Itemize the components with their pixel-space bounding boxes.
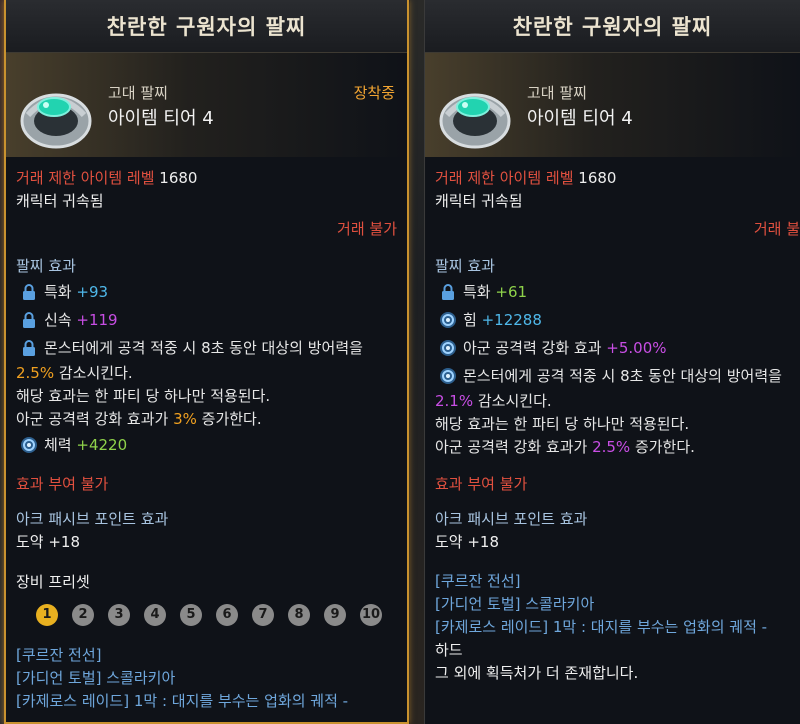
- swirl-icon: [440, 368, 456, 384]
- lock-icon: [23, 284, 35, 300]
- stat-value: +4220: [76, 436, 128, 454]
- item-header: 고대 팔찌 아이템 티어 4: [425, 53, 800, 157]
- ark-passive-header: 아크 패시브 포인트 효과: [16, 510, 169, 528]
- special-line4: 아군 공격력 강화 효과가 2.5% 증가한다.: [435, 436, 790, 459]
- no-trade-text: 거래 불: [753, 220, 800, 238]
- stat-row-strength: 힘 +12288: [435, 306, 790, 334]
- trade-level-value: 1680: [159, 169, 198, 187]
- special-line3: 해당 효과는 한 파티 당 하나만 적용된다.: [435, 415, 690, 433]
- preset-button-5[interactable]: 5: [180, 604, 202, 626]
- special-percent: 2.5%: [16, 364, 55, 382]
- special-line4-percent: 3%: [173, 410, 197, 428]
- no-trade-text: 거래 불가: [337, 220, 397, 238]
- swirl-icon: [21, 437, 37, 453]
- preset-button-8[interactable]: 8: [288, 604, 310, 626]
- trade-level-line: 거래 제한 아이템 레벨 1680: [435, 167, 790, 190]
- special-line4-percent: 2.5%: [592, 438, 631, 456]
- trade-level-label: 거래 제한 아이템 레벨: [435, 169, 574, 187]
- preset-button-2[interactable]: 2: [72, 604, 94, 626]
- swirl-icon: [440, 340, 456, 356]
- bound-text: 캐릭터 귀속됨: [435, 192, 523, 210]
- preset-selector: 1 2 3 4 5 6 7 8 9 10: [36, 604, 397, 626]
- stat-name: 체력: [44, 436, 72, 454]
- tooltip-body: 거래 제한 아이템 레벨 1680 캐릭터 귀속됨 거래 불가 팔찌 효과 특화…: [6, 167, 407, 713]
- swirl-icon: [440, 312, 456, 328]
- source-line: [가디언 토벌] 스콜라키아: [435, 595, 595, 613]
- stat-name: 아군 공격력 강화 효과: [463, 339, 602, 357]
- preset-button-1[interactable]: 1: [36, 604, 58, 626]
- preset-button-9[interactable]: 9: [324, 604, 346, 626]
- special-line4-post: 증가한다.: [630, 438, 695, 456]
- preset-button-3[interactable]: 3: [108, 604, 130, 626]
- lock-icon: [23, 340, 35, 356]
- source-line: [쿠르잔 전선]: [435, 572, 521, 590]
- special-line4-pre: 아군 공격력 강화 효과가: [16, 410, 174, 428]
- special-line3: 해당 효과는 한 파티 당 하나만 적용된다.: [16, 387, 271, 405]
- stat-value: +12288: [481, 311, 542, 329]
- item-tier: 아이템 티어 4: [527, 108, 633, 129]
- bound-text: 캐릭터 귀속됨: [16, 192, 104, 210]
- stat-value: +5.00%: [606, 339, 667, 357]
- ark-passive-value: 도약 +18: [435, 533, 500, 551]
- trade-level-line: 거래 제한 아이템 레벨 1680: [16, 167, 397, 190]
- item-title: 찬란한 구원자의 팔찌: [6, 0, 407, 53]
- item-type: 고대 팔찌: [527, 84, 587, 102]
- stat-row-swiftness: 신속 +119: [16, 306, 397, 334]
- item-tier: 아이템 티어 4: [108, 108, 214, 129]
- stat-row-vitality: 체력 +4220: [16, 431, 397, 459]
- stat-name: 특화: [44, 283, 72, 301]
- stat-row-specialization: 특화 +61: [435, 278, 790, 306]
- preset-button-7[interactable]: 7: [252, 604, 274, 626]
- special-line2: 2.5% 감소시킨다.: [16, 362, 397, 385]
- stat-name: 힘: [463, 311, 477, 329]
- bracelet-icon: [433, 75, 517, 159]
- stat-row-specialization: 특화 +93: [16, 278, 397, 306]
- trade-level-label: 거래 제한 아이템 레벨: [16, 169, 155, 187]
- special-line4-post: 증가한다.: [196, 410, 262, 428]
- trade-level-value: 1680: [578, 169, 617, 187]
- source-line: 하드: [435, 641, 463, 659]
- no-enchant-text: 효과 부여 불가: [435, 475, 528, 493]
- preset-button-10[interactable]: 10: [360, 604, 382, 626]
- special-line4: 아군 공격력 강화 효과가 3% 증가한다.: [16, 408, 397, 431]
- special-percent: 2.1%: [435, 392, 474, 410]
- item-title: 찬란한 구원자의 팔찌: [425, 0, 800, 53]
- source-line: [카제로스 레이드] 1막 : 대지를 부수는 업화의 궤적 -: [16, 692, 349, 710]
- preset-button-6[interactable]: 6: [216, 604, 238, 626]
- tooltip-body: 거래 제한 아이템 레벨 1680 캐릭터 귀속됨 거래 불 팔찌 효과 특화 …: [425, 167, 800, 685]
- lock-icon: [23, 312, 35, 328]
- stat-value: +93: [76, 283, 109, 301]
- bracelet-icon: [14, 75, 98, 159]
- stat-value: +61: [495, 283, 528, 301]
- special-line2: 2.1% 감소시킨다.: [435, 390, 790, 413]
- stat-row-special: 몬스터에게 공격 적중 시 8초 동안 대상의 방어력을: [435, 362, 790, 390]
- special-line2-rest: 감소시킨다.: [473, 392, 552, 410]
- item-type: 고대 팔찌: [108, 84, 168, 102]
- stat-name: 특화: [463, 283, 491, 301]
- preset-header: 장비 프리셋: [16, 573, 90, 591]
- stat-name: 신속: [44, 311, 72, 329]
- stat-row-special: 몬스터에게 공격 적중 시 8초 동안 대상의 방어력을: [16, 334, 397, 362]
- preset-button-4[interactable]: 4: [144, 604, 166, 626]
- lock-icon: [442, 284, 454, 300]
- source-line: [가디언 토벌] 스콜라키아: [16, 669, 176, 687]
- tooltip-compare-bracelet: 찬란한 구원자의 팔찌 고대 팔찌 아이템 티어 4 거래 제한 아이템 레벨 …: [424, 0, 800, 724]
- item-header: 고대 팔찌 아이템 티어 4 장착중: [6, 53, 407, 157]
- special-line1: 몬스터에게 공격 적중 시 8초 동안 대상의 방어력을: [44, 339, 363, 357]
- stat-value: +119: [76, 311, 118, 329]
- special-line2-rest: 감소시킨다.: [54, 364, 133, 382]
- effects-header: 팔찌 효과: [435, 257, 495, 275]
- ark-passive-value: 도약 +18: [16, 533, 81, 551]
- no-enchant-text: 효과 부여 불가: [16, 475, 109, 493]
- source-line: [쿠르잔 전선]: [16, 646, 102, 664]
- stat-row-ally-attack: 아군 공격력 강화 효과 +5.00%: [435, 334, 790, 362]
- tooltip-equipped-bracelet: 찬란한 구원자의 팔찌 고대 팔찌 아이템 티어 4 장착중 거래 제한 아이템…: [4, 0, 409, 724]
- special-line4-pre: 아군 공격력 강화 효과가: [435, 438, 593, 456]
- source-note: 그 외에 획득처가 더 존재합니다.: [435, 664, 639, 682]
- ark-passive-header: 아크 패시브 포인트 효과: [435, 510, 588, 528]
- effects-header: 팔찌 효과: [16, 257, 76, 275]
- equipped-badge: 장착중: [353, 84, 395, 102]
- special-line1: 몬스터에게 공격 적중 시 8초 동안 대상의 방어력을: [463, 367, 782, 385]
- source-line: [카제로스 레이드] 1막 : 대지를 부수는 업화의 궤적 -: [435, 618, 768, 636]
